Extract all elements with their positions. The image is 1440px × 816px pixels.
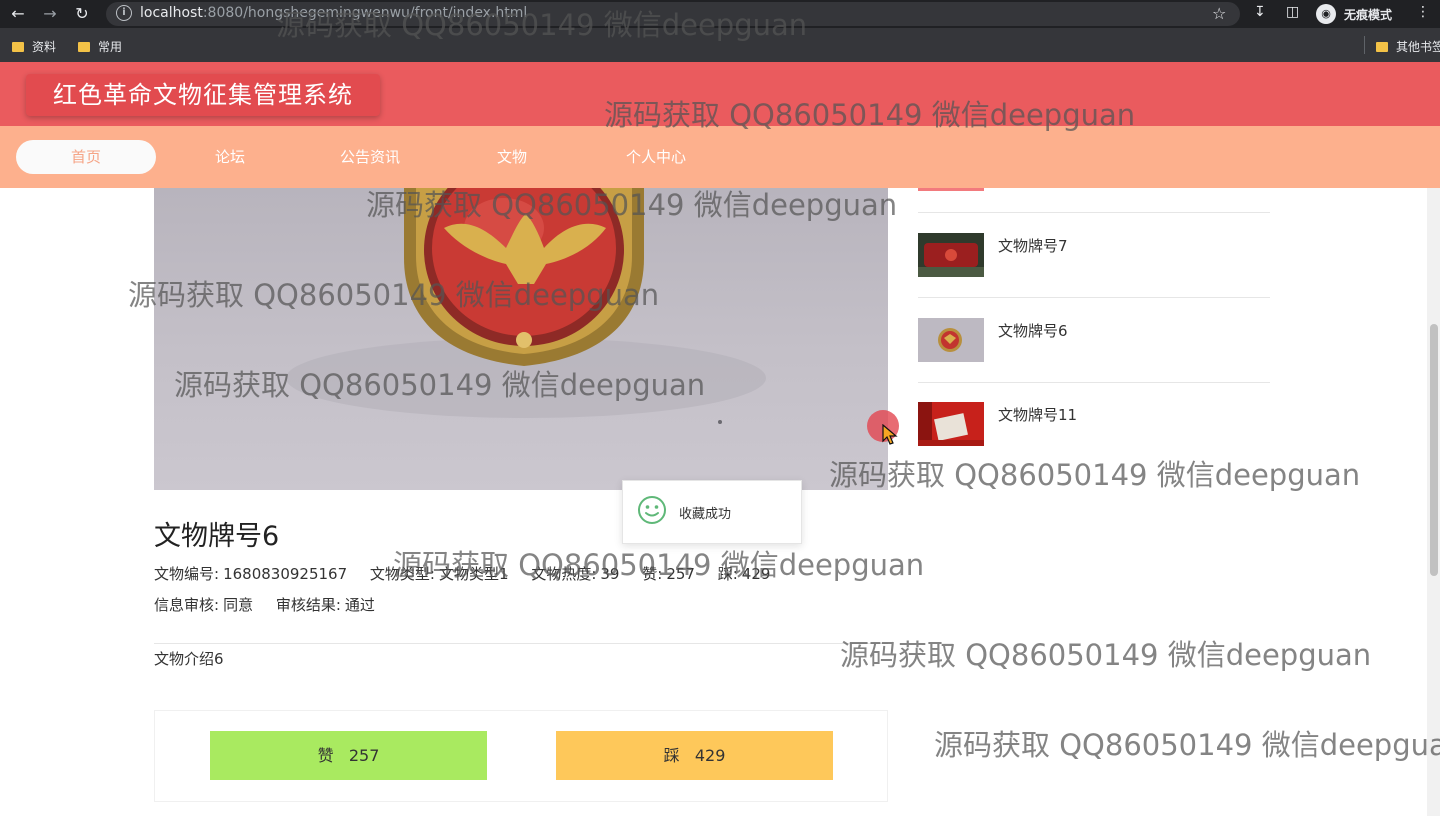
nav-item-profile[interactable]: 个人中心 (606, 140, 706, 174)
page-scrollbar-thumb[interactable] (1430, 324, 1438, 576)
relic-thumbnail-icon (918, 402, 984, 446)
folder-icon (78, 41, 90, 52)
watermark-text: 源码获取 QQ86050149 微信deepguan (604, 98, 1136, 132)
main-nav: 首页 论坛 公告资讯 文物 个人中心 (0, 126, 1440, 188)
sidebar-item-title[interactable]: 文物牌号7 (998, 235, 1068, 256)
download-icon[interactable]: ↧ (1254, 4, 1266, 20)
sidebar-accent-bar (918, 188, 984, 191)
watermark-text: 源码获取 QQ86050149 微信deepguan (829, 458, 1361, 492)
site-info-icon[interactable]: i (116, 5, 132, 21)
folder-icon (1376, 41, 1388, 52)
bookmark-folder-ziliao[interactable]: 资料 (12, 38, 56, 55)
sidebar-item[interactable]: 文物牌号7 (918, 213, 1270, 298)
back-arrow-icon[interactable]: ← (8, 4, 28, 24)
watermark-text: 源码获取 QQ86050149 微信deepguan (128, 278, 660, 312)
bookmark-folder-changyong[interactable]: 常用 (78, 38, 122, 55)
toast-notification: 收藏成功 (622, 480, 802, 544)
nav-item-home[interactable]: 首页 (16, 140, 156, 174)
like-button[interactable]: 赞 257 (210, 731, 487, 780)
watermark-text: 源码获取 QQ86050149 微信deepguan (276, 8, 808, 42)
watermark-text: 源码获取 QQ86050149 微信deepguan (174, 368, 706, 402)
sidebar-item-title[interactable]: 文物牌号6 (998, 320, 1068, 341)
reload-icon[interactable]: ↻ (72, 4, 92, 24)
watermark-text: 源码获取 QQ86050149 微信deepguan (366, 188, 898, 222)
incognito-icon: ◉ (1316, 4, 1336, 24)
sidebar-thumbnail[interactable] (918, 233, 984, 277)
watermark-text: 源码获取 QQ86050149 微信deepgua (934, 728, 1440, 762)
incognito-profile[interactable]: ◉ 无痕模式 (1316, 3, 1392, 25)
badge-image-icon (286, 188, 766, 424)
smile-icon (638, 496, 666, 524)
relic-intro: 文物介绍6 (154, 650, 224, 668)
forward-arrow-icon[interactable]: → (40, 4, 60, 24)
nav-item-news[interactable]: 公告资讯 (320, 140, 420, 174)
nav-item-forum[interactable]: 论坛 (190, 140, 270, 174)
sidebar-item-title[interactable]: 文物牌号11 (998, 404, 1077, 425)
sidebar-thumbnail[interactable] (918, 318, 984, 362)
site-title[interactable]: 红色革命文物征集管理系统 (26, 74, 380, 116)
sidebar-item[interactable]: 文物牌号6 (918, 298, 1270, 383)
mouse-cursor-icon (882, 424, 898, 445)
menu-dots-icon[interactable]: ⋮ (1416, 4, 1430, 20)
relic-review-row: 信息审核: 同意 审核结果: 通过 (154, 596, 375, 614)
sidebar-thumbnail[interactable] (918, 402, 984, 446)
content-divider (154, 643, 888, 644)
watermark-text: 源码获取 QQ86050149 微信deepguan (840, 638, 1372, 672)
folder-icon (12, 41, 24, 52)
nav-item-relics[interactable]: 文物 (472, 140, 552, 174)
bookmark-folder-other[interactable]: 其他书签 (1376, 38, 1440, 55)
relic-thumbnail-icon (918, 318, 984, 362)
relic-photo (154, 188, 888, 490)
relic-title: 文物牌号6 (154, 521, 280, 552)
dislike-button[interactable]: 踩 429 (556, 731, 833, 780)
watermark-text: 源码获取 QQ86050149 微信deepguan (393, 548, 925, 582)
vote-panel: 赞 257 踩 429 (154, 710, 888, 802)
bookmarks-separator (1364, 36, 1365, 54)
toast-message: 收藏成功 (679, 507, 732, 522)
bookmark-star-icon[interactable]: ☆ (1212, 4, 1226, 23)
side-panel-icon[interactable]: ◫ (1286, 4, 1299, 20)
relic-thumbnail-icon (918, 233, 984, 277)
